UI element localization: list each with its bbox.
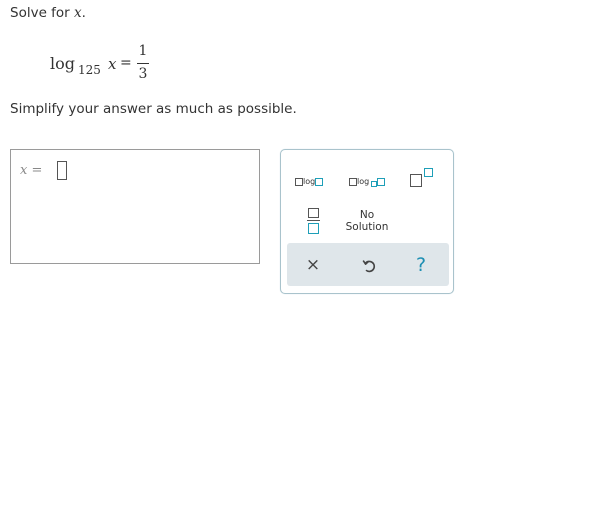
equation-argument: x xyxy=(108,55,117,73)
answer-input-slot[interactable] xyxy=(57,161,67,180)
log-template-button[interactable]: log xyxy=(295,171,333,186)
log-template-label: log xyxy=(303,177,316,186)
answer-input-area[interactable]: x = xyxy=(10,149,260,264)
fraction-denominator: 3 xyxy=(138,66,148,82)
undo-button[interactable] xyxy=(357,253,381,277)
equation: log 125 x = 1 3 xyxy=(50,42,170,88)
prompt-suffix: . xyxy=(81,5,86,21)
question-page: Solve for x. log 125 x = 1 3 Simplify yo… xyxy=(0,0,609,521)
no-solution-label-line1: No xyxy=(359,209,375,221)
fraction-numerator: 1 xyxy=(138,43,148,59)
log-base-template-button[interactable]: log xyxy=(349,171,389,189)
log-template-icon: log xyxy=(295,171,324,190)
answer-equals: = xyxy=(31,163,43,178)
exponent-template-button[interactable] xyxy=(409,166,437,190)
fraction-bar xyxy=(137,63,149,64)
clear-button[interactable]: × xyxy=(301,253,325,277)
close-icon: × xyxy=(305,255,321,275)
answer-label: x = xyxy=(20,163,42,178)
prompt-text: Solve for xyxy=(10,5,75,21)
question-prompt: Solve for x. xyxy=(10,5,86,21)
help-button[interactable]: ? xyxy=(409,253,433,277)
equation-equals: = xyxy=(120,55,132,71)
prompt-variable: x xyxy=(74,5,82,21)
instruction-text: Simplify your answer as much as possible… xyxy=(10,101,297,117)
answer-variable: x xyxy=(20,163,28,178)
equation-base: 125 xyxy=(78,63,101,77)
log-base-template-label: log xyxy=(357,177,370,186)
action-bar: × ? xyxy=(287,243,449,286)
no-solution-button[interactable]: No Solution xyxy=(341,209,393,237)
math-palette: log log No Solution × ? xyxy=(280,149,454,294)
fraction-template-button[interactable] xyxy=(307,208,321,238)
undo-icon xyxy=(362,260,376,273)
no-solution-label-line2: Solution xyxy=(345,221,389,233)
equation-log: log xyxy=(50,54,75,73)
help-icon: ? xyxy=(415,254,427,276)
log-base-template-icon: log xyxy=(349,171,386,190)
